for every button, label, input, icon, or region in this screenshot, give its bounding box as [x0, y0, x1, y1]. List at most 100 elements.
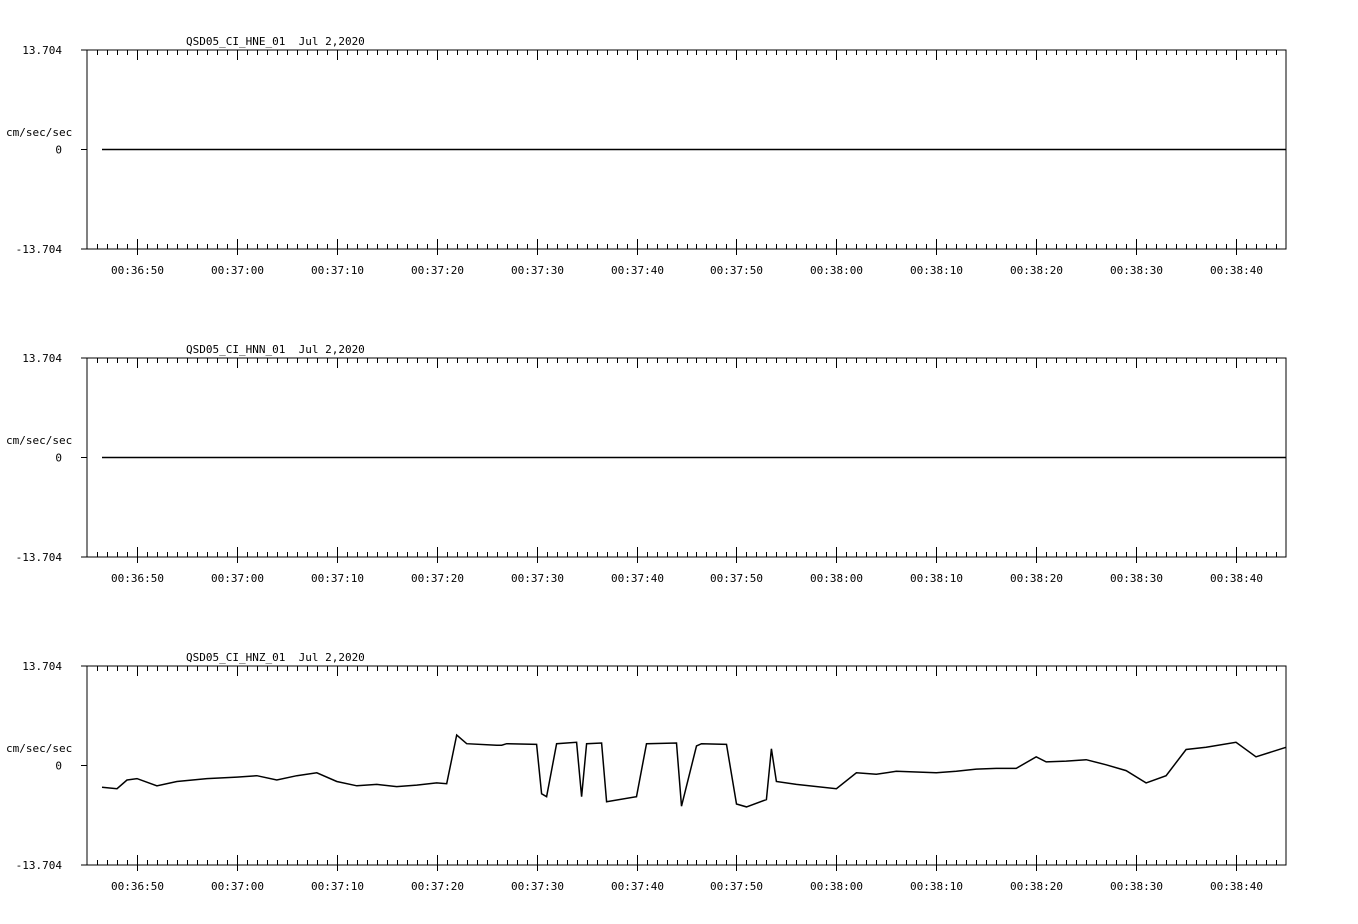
trace-sample-point: [576, 742, 577, 743]
y-tick-label: 13.704: [22, 44, 62, 57]
x-tick-label: 00:38:30: [1110, 572, 1163, 585]
trace-sample-point: [256, 775, 257, 776]
trace-sample-point: [336, 781, 337, 782]
x-tick-label: 00:37:00: [211, 880, 264, 893]
x-tick-label: 00:38:40: [1210, 572, 1263, 585]
chart-panel-2: QSD05_CI_HNN_01 Jul 2,2020 cm/sec/sec 13.7…: [6, 343, 1287, 585]
trace-sample-point: [1016, 768, 1017, 769]
x-tick-label: 00:36:50: [111, 572, 164, 585]
trace-sample-point: [416, 785, 417, 786]
x-tick-label: 00:36:50: [111, 264, 164, 277]
trace-sample-point: [1086, 759, 1087, 760]
trace-sample-point: [1285, 457, 1286, 458]
trace-sample-point: [456, 734, 457, 735]
x-tick-label: 00:37:10: [311, 572, 364, 585]
trace-sample-point: [1255, 756, 1256, 757]
y-tick-label: 13.704: [22, 352, 62, 365]
y-axis-label: cm/sec/sec: [6, 742, 72, 755]
x-tick-label: 00:38:20: [1010, 880, 1063, 893]
x-tick-label: 00:37:50: [710, 264, 763, 277]
x-tick-label: 00:38:20: [1010, 572, 1063, 585]
x-tick-label: 00:37:20: [411, 572, 464, 585]
trace-sample-point: [116, 788, 117, 789]
trace-sample-point: [676, 742, 677, 743]
trace-sample-point: [206, 778, 207, 779]
trace-sample-point: [396, 786, 397, 787]
trace-sample-point: [316, 772, 317, 773]
trace-sample-point: [156, 785, 157, 786]
trace-sample-point: [606, 801, 607, 802]
trace-sample-point: [916, 771, 917, 772]
trace-sample-point: [101, 787, 102, 788]
x-tick-label: 00:38:10: [910, 264, 963, 277]
x-tick-label: 00:38:00: [810, 264, 863, 277]
trace-sample-point: [701, 743, 702, 744]
trace-sample-point: [1106, 764, 1107, 765]
trace-sample-point: [541, 793, 542, 794]
trace-sample-point: [356, 785, 357, 786]
chart-title: QSD05_CI_HNE_01 Jul 2,2020: [186, 35, 365, 48]
trace-sample-point: [586, 743, 587, 744]
trace-sample-point: [956, 771, 957, 772]
y-tick-label: 0: [55, 760, 62, 773]
x-tick-label: 00:37:40: [611, 572, 664, 585]
trace-sample-point: [776, 781, 777, 782]
trace-sample-point: [436, 782, 437, 783]
x-tick-label: 00:36:50: [111, 880, 164, 893]
x-tick-label: 00:37:10: [311, 880, 364, 893]
trace-sample-point: [296, 775, 297, 776]
trace-sample-point: [1066, 761, 1067, 762]
x-tick-label: 00:38:10: [910, 880, 963, 893]
trace-sample-point: [766, 799, 767, 800]
trace-sample-point: [236, 777, 237, 778]
x-tick-label: 00:37:00: [211, 264, 264, 277]
x-tick-label: 00:37:50: [710, 880, 763, 893]
panels-group: QSD05_CI_HNE_01 Jul 2,2020 cm/sec/sec 13.7…: [6, 35, 1287, 893]
trace-sample-point: [696, 745, 697, 746]
trace-sample-point: [276, 779, 277, 780]
x-tick-label: 00:37:40: [611, 264, 664, 277]
chart-panel-1: QSD05_CI_HNE_01 Jul 2,2020 cm/sec/sec 13.7…: [6, 35, 1287, 277]
trace-sample-point: [101, 457, 102, 458]
x-tick-label: 00:37:30: [511, 264, 564, 277]
trace-sample-point: [726, 744, 727, 745]
seismogram-figure: QSD05_CI_HNE_01 Jul 2,2020 cm/sec/sec 13.7…: [6, 35, 1287, 893]
trace-sample-point: [546, 796, 547, 797]
waveform-trace: [101, 733, 1287, 808]
chart-title: QSD05_CI_HNZ_01 Jul 2,2020: [186, 651, 365, 664]
x-tick-label: 00:37:40: [611, 880, 664, 893]
trace-sample-point: [836, 788, 837, 789]
trace-sample-point: [636, 796, 637, 797]
y-tick-label: 0: [55, 144, 62, 157]
trace-sample-point: [1166, 775, 1167, 776]
trace-sample-point: [501, 745, 502, 746]
trace-sample-point: [536, 744, 537, 745]
trace-sample-point: [1036, 756, 1037, 757]
trace-sample-point: [466, 743, 467, 744]
x-tick-label: 00:37:30: [511, 572, 564, 585]
trace-sample-point: [581, 796, 582, 797]
trace-sample-point: [176, 781, 177, 782]
trace-sample-point: [1046, 761, 1047, 762]
trace-sample-point: [771, 748, 772, 749]
trace-sample-point: [856, 772, 857, 773]
trace-sample-point: [506, 743, 507, 744]
trace-sample-point: [736, 803, 737, 804]
trace-sample-point: [1146, 782, 1147, 783]
trace-sample-point: [1186, 749, 1187, 750]
trace-sample-point: [996, 768, 997, 769]
x-tick-label: 00:38:00: [810, 572, 863, 585]
trace-sample-point: [796, 784, 797, 785]
x-tick-label: 00:38:30: [1110, 264, 1163, 277]
y-tick-label: -13.704: [16, 859, 63, 872]
x-tick-label: 00:38:00: [810, 880, 863, 893]
y-tick-label: 0: [55, 452, 62, 465]
chart-title: QSD05_CI_HNN_01 Jul 2,2020: [186, 343, 365, 356]
trace-sample-point: [1235, 742, 1236, 743]
x-tick-label: 00:37:50: [710, 572, 763, 585]
trace-sample-point: [376, 784, 377, 785]
x-tick-label: 00:38:40: [1210, 264, 1263, 277]
x-tick-label: 00:38:40: [1210, 880, 1263, 893]
x-tick-label: 00:37:00: [211, 572, 264, 585]
trace-sample-point: [1126, 770, 1127, 771]
